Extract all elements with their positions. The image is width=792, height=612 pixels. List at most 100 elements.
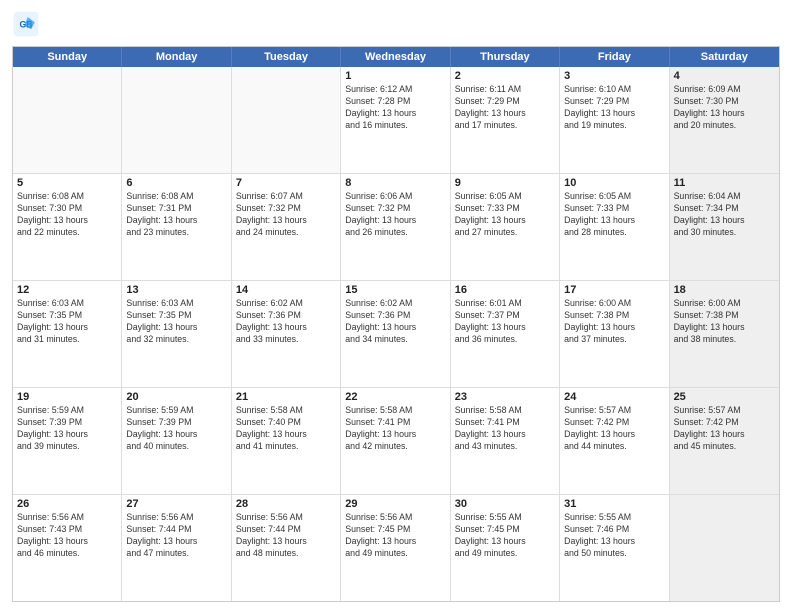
cell-info: Sunrise: 5:57 AM Sunset: 7:42 PM Dayligh… [564, 405, 664, 453]
cell-info: Sunrise: 6:06 AM Sunset: 7:32 PM Dayligh… [345, 191, 445, 239]
calendar-cell: 29 Sunrise: 5:56 AM Sunset: 7:45 PM Dayli… [341, 495, 450, 601]
day-number: 13 [126, 284, 226, 296]
day-number: 1 [345, 70, 445, 82]
calendar-cell: 5Sunrise: 6:08 AM Sunset: 7:30 PM Daylig… [13, 174, 122, 280]
day-number: 25 [674, 391, 775, 403]
cell-info: Sunrise: 5:58 AM Sunset: 7:41 PM Dayligh… [345, 405, 445, 453]
day-number: 4 [674, 70, 775, 82]
day-number: 23 [455, 391, 555, 403]
day-number: 3 [564, 70, 664, 82]
cell-info: Sunrise: 5:56 AM Sunset: 7:45 PM Dayligh… [345, 512, 445, 560]
cell-info: Sunrise: 6:07 AM Sunset: 7:32 PM Dayligh… [236, 191, 336, 239]
calendar-row: 5Sunrise: 6:08 AM Sunset: 7:30 PM Daylig… [13, 173, 779, 280]
calendar-header-day: Tuesday [232, 47, 341, 67]
day-number: 18 [674, 284, 775, 296]
cell-info: Sunrise: 6:00 AM Sunset: 7:38 PM Dayligh… [674, 298, 775, 346]
calendar-cell: 27 Sunrise: 5:56 AM Sunset: 7:44 PM Dayli… [122, 495, 231, 601]
day-number: 2 [455, 70, 555, 82]
cell-info: Sunrise: 5:56 AM Sunset: 7:43 PM Dayligh… [17, 512, 117, 560]
calendar-header: SundayMondayTuesdayWednesdayThursdayFrid… [13, 47, 779, 67]
cell-info: Sunrise: 5:57 AM Sunset: 7:42 PM Dayligh… [674, 405, 775, 453]
day-number: 24 [564, 391, 664, 403]
calendar-cell: 12 Sunrise: 6:03 AM Sunset: 7:35 PM Dayli… [13, 281, 122, 387]
day-number: 29 [345, 498, 445, 510]
calendar-header-day: Saturday [670, 47, 779, 67]
cell-info: Sunrise: 6:12 AM Sunset: 7:28 PM Dayligh… [345, 84, 445, 132]
calendar-cell [13, 67, 122, 173]
calendar-cell: 13Sunrise: 6:03 AM Sunset: 7:35 PM Dayli… [122, 281, 231, 387]
page: GB SundayMondayTuesdayWednesdayThursdayF… [0, 0, 792, 612]
header: GB [12, 10, 780, 38]
calendar-cell: 19Sunrise: 5:59 AM Sunset: 7:39 PM Dayli… [13, 388, 122, 494]
calendar-cell: 15Sunrise: 6:02 AM Sunset: 7:36 PM Dayli… [341, 281, 450, 387]
calendar-cell: 31Sunrise: 5:55 AM Sunset: 7:46 PM Dayli… [560, 495, 669, 601]
cell-info: Sunrise: 6:05 AM Sunset: 7:33 PM Dayligh… [564, 191, 664, 239]
day-number: 19 [17, 391, 117, 403]
calendar: SundayMondayTuesdayWednesdayThursdayFrid… [12, 46, 780, 602]
calendar-cell: 2 Sunrise: 6:11 AM Sunset: 7:29 PM Daylig… [451, 67, 560, 173]
calendar-cell: 18 Sunrise: 6:00 AM Sunset: 7:38 PM Dayli… [670, 281, 779, 387]
calendar-cell: 9Sunrise: 6:05 AM Sunset: 7:33 PM Daylig… [451, 174, 560, 280]
calendar-header-day: Wednesday [341, 47, 450, 67]
day-number: 20 [126, 391, 226, 403]
cell-info: Sunrise: 5:58 AM Sunset: 7:41 PM Dayligh… [455, 405, 555, 453]
day-number: 10 [564, 177, 664, 189]
logo-icon: GB [12, 10, 40, 38]
cell-info: Sunrise: 6:10 AM Sunset: 7:29 PM Dayligh… [564, 84, 664, 132]
calendar-cell [232, 67, 341, 173]
calendar-cell: 17 Sunrise: 6:00 AM Sunset: 7:38 PM Dayli… [560, 281, 669, 387]
day-number: 11 [674, 177, 775, 189]
day-number: 12 [17, 284, 117, 296]
calendar-cell: 21Sunrise: 5:58 AM Sunset: 7:40 PM Dayli… [232, 388, 341, 494]
calendar-cell [122, 67, 231, 173]
calendar-header-day: Thursday [451, 47, 560, 67]
calendar-cell: 14 Sunrise: 6:02 AM Sunset: 7:36 PM Dayli… [232, 281, 341, 387]
calendar-cell: 16Sunrise: 6:01 AM Sunset: 7:37 PM Dayli… [451, 281, 560, 387]
day-number: 22 [345, 391, 445, 403]
calendar-body: 1 Sunrise: 6:12 AM Sunset: 7:28 PM Daylig… [13, 67, 779, 601]
calendar-cell: 8 Sunrise: 6:06 AM Sunset: 7:32 PM Daylig… [341, 174, 450, 280]
calendar-cell: 30Sunrise: 5:55 AM Sunset: 7:45 PM Dayli… [451, 495, 560, 601]
day-number: 15 [345, 284, 445, 296]
cell-info: Sunrise: 6:11 AM Sunset: 7:29 PM Dayligh… [455, 84, 555, 132]
calendar-cell: 11 Sunrise: 6:04 AM Sunset: 7:34 PM Dayli… [670, 174, 779, 280]
calendar-cell: 24 Sunrise: 5:57 AM Sunset: 7:42 PM Dayli… [560, 388, 669, 494]
calendar-cell: 4 Sunrise: 6:09 AM Sunset: 7:30 PM Daylig… [670, 67, 779, 173]
day-number: 6 [126, 177, 226, 189]
cell-info: Sunrise: 6:05 AM Sunset: 7:33 PM Dayligh… [455, 191, 555, 239]
calendar-header-day: Sunday [13, 47, 122, 67]
calendar-row: 19 Sunrise: 5:59 AM Sunset: 7:39 PM Dayli… [13, 387, 779, 494]
day-number: 28 [236, 498, 336, 510]
cell-info: Sunrise: 5:55 AM Sunset: 7:45 PM Dayligh… [455, 512, 555, 560]
calendar-cell: 3 Sunrise: 6:10 AM Sunset: 7:29 PM Daylig… [560, 67, 669, 173]
cell-info: Sunrise: 6:04 AM Sunset: 7:34 PM Dayligh… [674, 191, 775, 239]
calendar-cell: 25 Sunrise: 5:57 AM Sunset: 7:42 PM Dayli… [670, 388, 779, 494]
cell-info: Sunrise: 6:09 AM Sunset: 7:30 PM Dayligh… [674, 84, 775, 132]
cell-info: Sunrise: 6:01 AM Sunset: 7:37 PM Dayligh… [455, 298, 555, 346]
cell-info: Sunrise: 6:08 AM Sunset: 7:30 PM Dayligh… [17, 191, 117, 239]
calendar-cell: 22 Sunrise: 5:58 AM Sunset: 7:41 PM Dayli… [341, 388, 450, 494]
day-number: 7 [236, 177, 336, 189]
cell-info: Sunrise: 6:02 AM Sunset: 7:36 PM Dayligh… [236, 298, 336, 346]
cell-info: Sunrise: 5:55 AM Sunset: 7:46 PM Dayligh… [564, 512, 664, 560]
cell-info: Sunrise: 6:00 AM Sunset: 7:38 PM Dayligh… [564, 298, 664, 346]
cell-info: Sunrise: 5:56 AM Sunset: 7:44 PM Dayligh… [236, 512, 336, 560]
calendar-row: 1 Sunrise: 6:12 AM Sunset: 7:28 PM Daylig… [13, 67, 779, 173]
cell-info: Sunrise: 5:56 AM Sunset: 7:44 PM Dayligh… [126, 512, 226, 560]
logo: GB [12, 10, 44, 38]
day-number: 8 [345, 177, 445, 189]
calendar-cell: 26 Sunrise: 5:56 AM Sunset: 7:43 PM Dayli… [13, 495, 122, 601]
calendar-cell: 10 Sunrise: 6:05 AM Sunset: 7:33 PM Dayli… [560, 174, 669, 280]
cell-info: Sunrise: 5:59 AM Sunset: 7:39 PM Dayligh… [126, 405, 226, 453]
calendar-cell: 28 Sunrise: 5:56 AM Sunset: 7:44 PM Dayli… [232, 495, 341, 601]
day-number: 27 [126, 498, 226, 510]
calendar-cell: 7 Sunrise: 6:07 AM Sunset: 7:32 PM Daylig… [232, 174, 341, 280]
day-number: 21 [236, 391, 336, 403]
calendar-row: 26 Sunrise: 5:56 AM Sunset: 7:43 PM Dayli… [13, 494, 779, 601]
calendar-cell: 6Sunrise: 6:08 AM Sunset: 7:31 PM Daylig… [122, 174, 231, 280]
day-number: 26 [17, 498, 117, 510]
day-number: 14 [236, 284, 336, 296]
calendar-header-day: Friday [560, 47, 669, 67]
day-number: 17 [564, 284, 664, 296]
cell-info: Sunrise: 6:03 AM Sunset: 7:35 PM Dayligh… [17, 298, 117, 346]
